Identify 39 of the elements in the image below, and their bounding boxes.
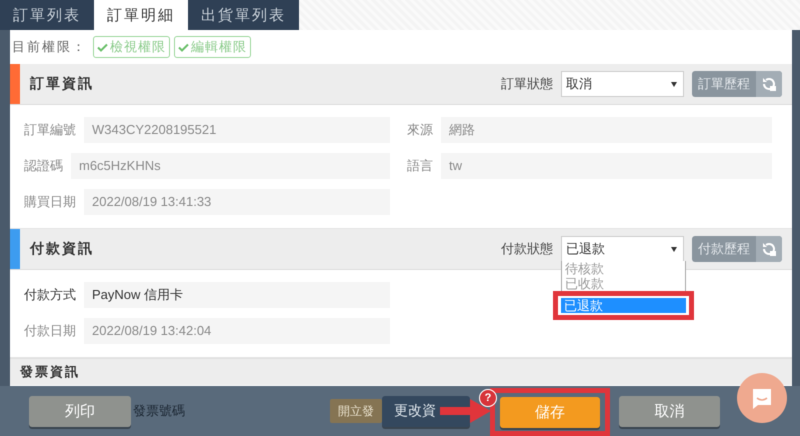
caret-icon: [671, 246, 677, 252]
section-title: 付款資訊: [30, 240, 95, 258]
check-icon: [97, 42, 108, 52]
field-label: 購買日期: [24, 193, 76, 211]
field-label: 訂單編號: [24, 121, 76, 139]
issue-invoice-button[interactable]: 開立發: [330, 399, 382, 423]
refresh-icon: [761, 241, 777, 257]
field-label: 付款方式: [24, 286, 76, 304]
field-label: 發票號碼: [133, 402, 185, 420]
dropdown-option[interactable]: 已收款: [561, 276, 686, 291]
status-label: 訂單狀態: [501, 75, 553, 93]
section-title: 發票資訊: [20, 363, 80, 381]
caret-icon: [671, 82, 677, 86]
chat-icon: [750, 386, 774, 410]
permission-label: 目前權限：: [12, 38, 87, 56]
field-label: 來源: [407, 121, 433, 139]
section-title: 訂單資訊: [30, 75, 95, 93]
history-button[interactable]: 付款歷程: [692, 236, 782, 262]
permission-tag: 編輯權限: [174, 36, 251, 58]
action-button[interactable]: 儲存: [500, 396, 600, 428]
check-icon: [178, 42, 189, 52]
status-dropdown[interactable]: 取消: [561, 71, 684, 97]
dropdown-option[interactable]: 待核款: [561, 261, 686, 276]
action-button[interactable]: 列印: [29, 396, 131, 426]
permission-tag: 檢視權限: [93, 36, 170, 58]
dropdown-value: 取消: [566, 75, 593, 93]
field-label: 付款日期: [24, 322, 76, 340]
field-label: 認證碼: [24, 157, 63, 175]
action-button[interactable]: 取消: [619, 396, 720, 426]
dropdown-option[interactable]: 已退款: [561, 298, 686, 313]
history-button[interactable]: 訂單歷程: [692, 71, 782, 97]
status-label: 付款狀態: [501, 240, 553, 258]
tab[interactable]: 訂單明細: [94, 0, 188, 30]
dropdown-value: 已退款: [566, 240, 606, 258]
status-dropdown[interactable]: 已退款: [561, 236, 684, 262]
input-field[interactable]: PayNow 信用卡: [84, 282, 390, 308]
action-button[interactable]: 更改資: [382, 396, 470, 426]
refresh-icon: [761, 76, 777, 92]
field-label: 語言: [407, 157, 433, 175]
